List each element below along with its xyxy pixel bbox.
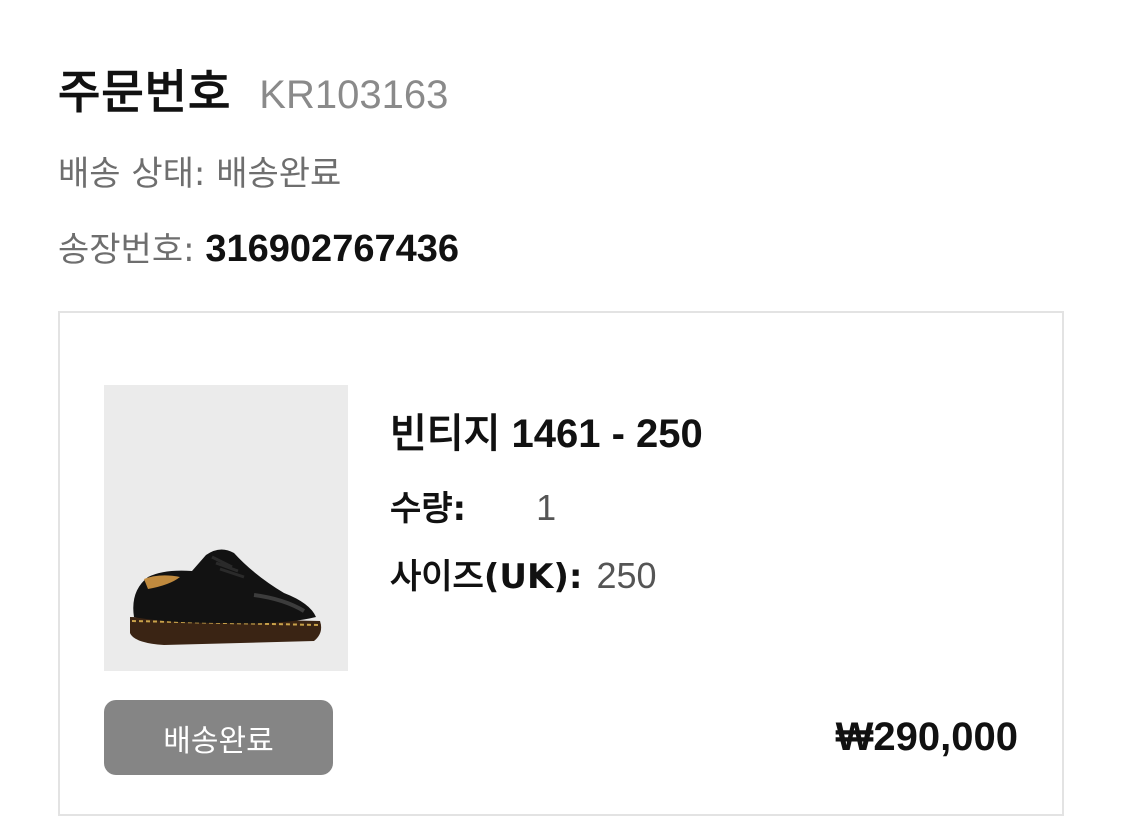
order-header: 주문번호 KR103163 <box>58 56 448 122</box>
order-title: 주문번호 <box>58 66 232 118</box>
size-row: 사이즈(UK): 250 <box>390 549 657 598</box>
tracking-number: 316902767436 <box>205 228 459 270</box>
quantity-row: 수량: 1 <box>390 481 556 530</box>
size-label: 사이즈(UK): <box>390 557 583 597</box>
tracking-info: 송장번호: 316902767436 <box>58 222 459 271</box>
order-number: KR103163 <box>259 73 449 117</box>
product-image[interactable] <box>104 385 348 671</box>
quantity-label: 수량: <box>390 489 467 529</box>
tracking-label: 송장번호: <box>58 230 206 270</box>
size-value: 250 <box>596 555 657 596</box>
item-price: ₩290,000 <box>835 715 1018 759</box>
product-name[interactable]: 빈티지 1461 - 250 <box>390 401 703 459</box>
delivery-status-button[interactable]: 배송완료 <box>104 700 333 775</box>
shoe-icon <box>130 549 322 645</box>
quantity-value: 1 <box>536 487 557 528</box>
order-item-card: 빈티지 1461 - 250 수량: 1 사이즈(UK): 250 배송완료 ₩29… <box>58 311 1064 816</box>
shipping-status: 배송 상태: 배송완료 <box>58 154 342 194</box>
